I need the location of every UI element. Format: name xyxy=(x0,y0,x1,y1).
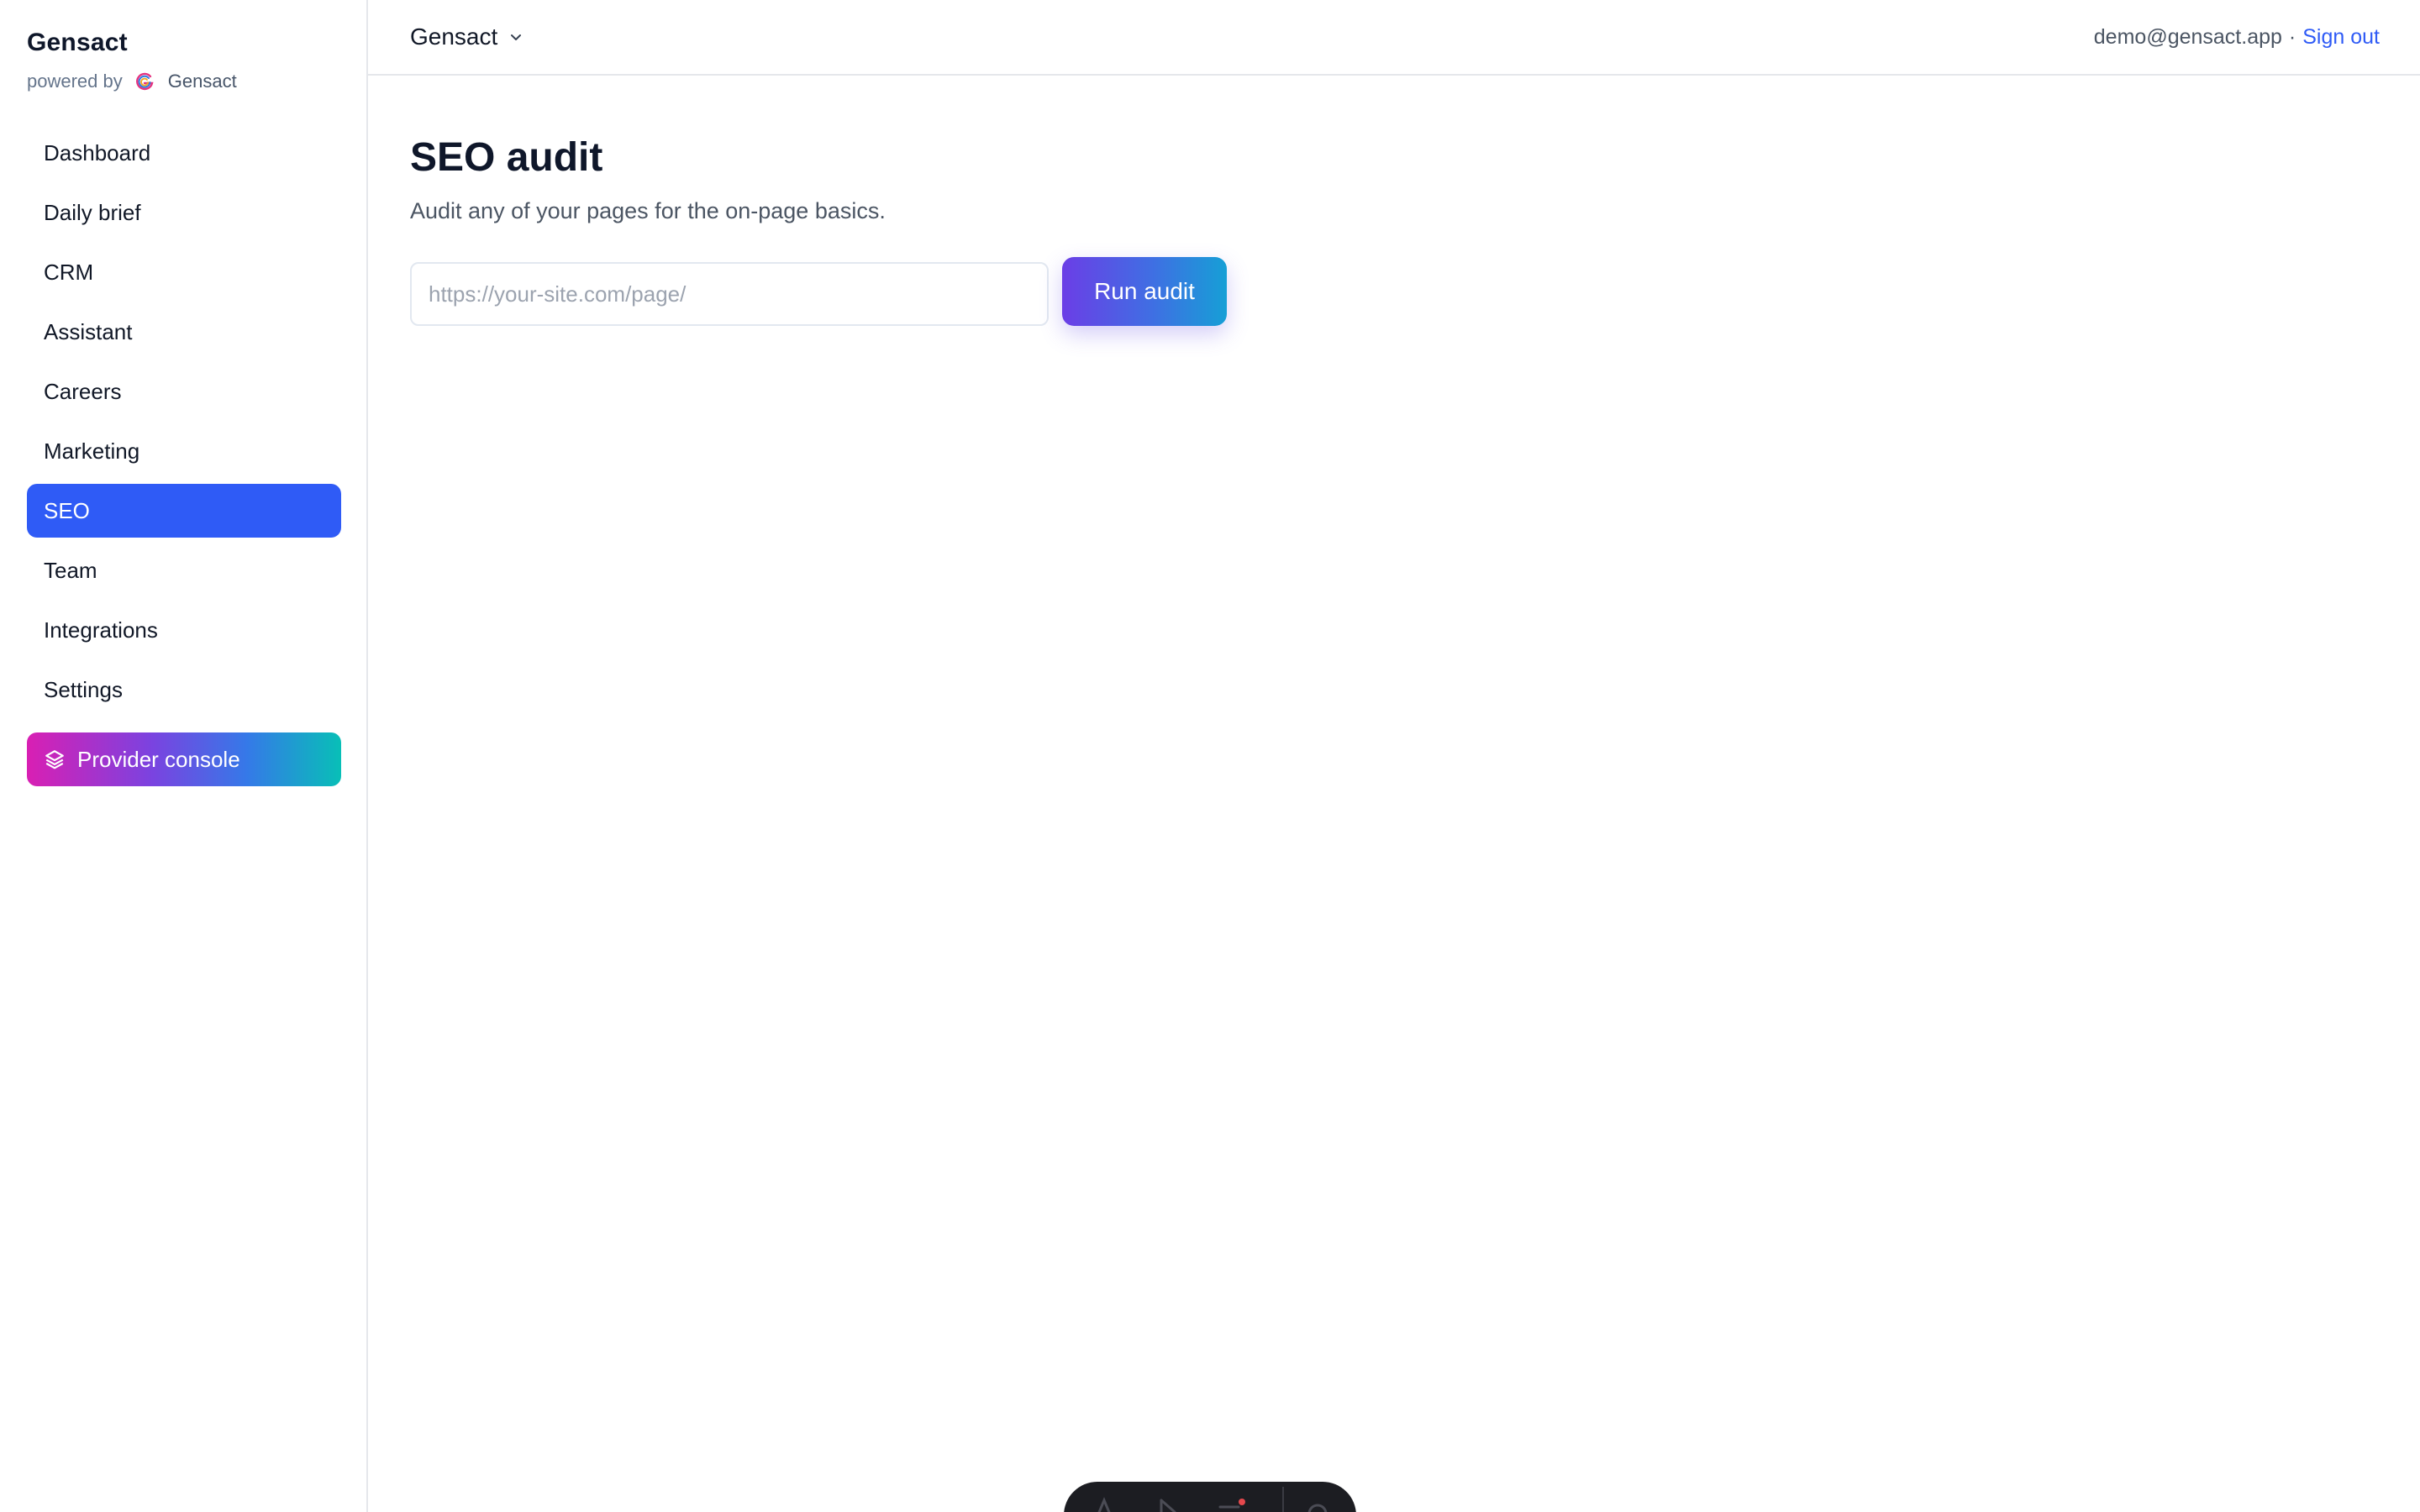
sidebar-nav: Dashboard Daily brief CRM Assistant Care… xyxy=(27,126,341,722)
text-tool-icon[interactable] xyxy=(1089,1495,1119,1512)
sidebar-item-integrations[interactable]: Integrations xyxy=(27,603,341,657)
app-root: Gensact powered by Gensact Dashboard Dai… xyxy=(0,0,2420,1512)
top-bar: Gensact demo@gensact.app · Sign out xyxy=(368,0,2420,76)
settings-icon[interactable] xyxy=(1302,1495,1333,1512)
powered-by: powered by Gensact xyxy=(27,67,237,96)
sidebar-item-dashboard[interactable]: Dashboard xyxy=(27,126,341,180)
account-info: demo@gensact.app · Sign out xyxy=(2094,22,2380,52)
provider-console-button[interactable]: Provider console xyxy=(27,732,341,786)
run-audit-button[interactable]: Run audit xyxy=(1062,257,1227,326)
dock-divider xyxy=(1282,1487,1284,1512)
sidebar-item-settings[interactable]: Settings xyxy=(27,663,341,717)
account-email: demo@gensact.app xyxy=(2093,24,2282,49)
sidebar-item-seo[interactable]: SEO xyxy=(27,484,341,538)
pointer-icon[interactable] xyxy=(1153,1495,1183,1512)
brand: Gensact xyxy=(27,29,128,57)
workspace-switcher[interactable]: Gensact xyxy=(410,20,524,54)
provider-console-label: Provider console xyxy=(77,746,240,772)
powered-by-label: powered by xyxy=(27,71,123,92)
menu-icon[interactable] xyxy=(1217,1495,1247,1512)
sidebar-item-marketing[interactable]: Marketing xyxy=(27,424,341,478)
brand-title: Gensact xyxy=(27,29,128,56)
page-title: SEO audit xyxy=(410,135,603,180)
page-subtitle: Audit any of your pages for the on-page … xyxy=(410,198,886,223)
sidebar-item-assistant[interactable]: Assistant xyxy=(27,305,341,359)
account-separator: · xyxy=(2288,24,2296,49)
sidebar-item-careers[interactable]: Careers xyxy=(27,365,341,418)
url-input[interactable] xyxy=(410,262,1049,326)
sidebar-item-crm[interactable]: CRM xyxy=(27,245,341,299)
sidebar-item-daily-brief[interactable]: Daily brief xyxy=(27,186,341,239)
sign-out-link[interactable]: Sign out xyxy=(2302,25,2380,50)
workspace-name: Gensact xyxy=(410,24,498,50)
powered-by-name: Gensact xyxy=(167,71,237,92)
floating-dock xyxy=(1064,1482,1356,1512)
sidebar: Gensact powered by Gensact Dashboard Dai… xyxy=(0,0,368,1512)
gensact-logo-icon xyxy=(135,72,154,91)
chevron-down-icon xyxy=(511,34,522,40)
layers-icon xyxy=(45,750,64,769)
sidebar-item-team[interactable]: Team xyxy=(27,543,341,597)
